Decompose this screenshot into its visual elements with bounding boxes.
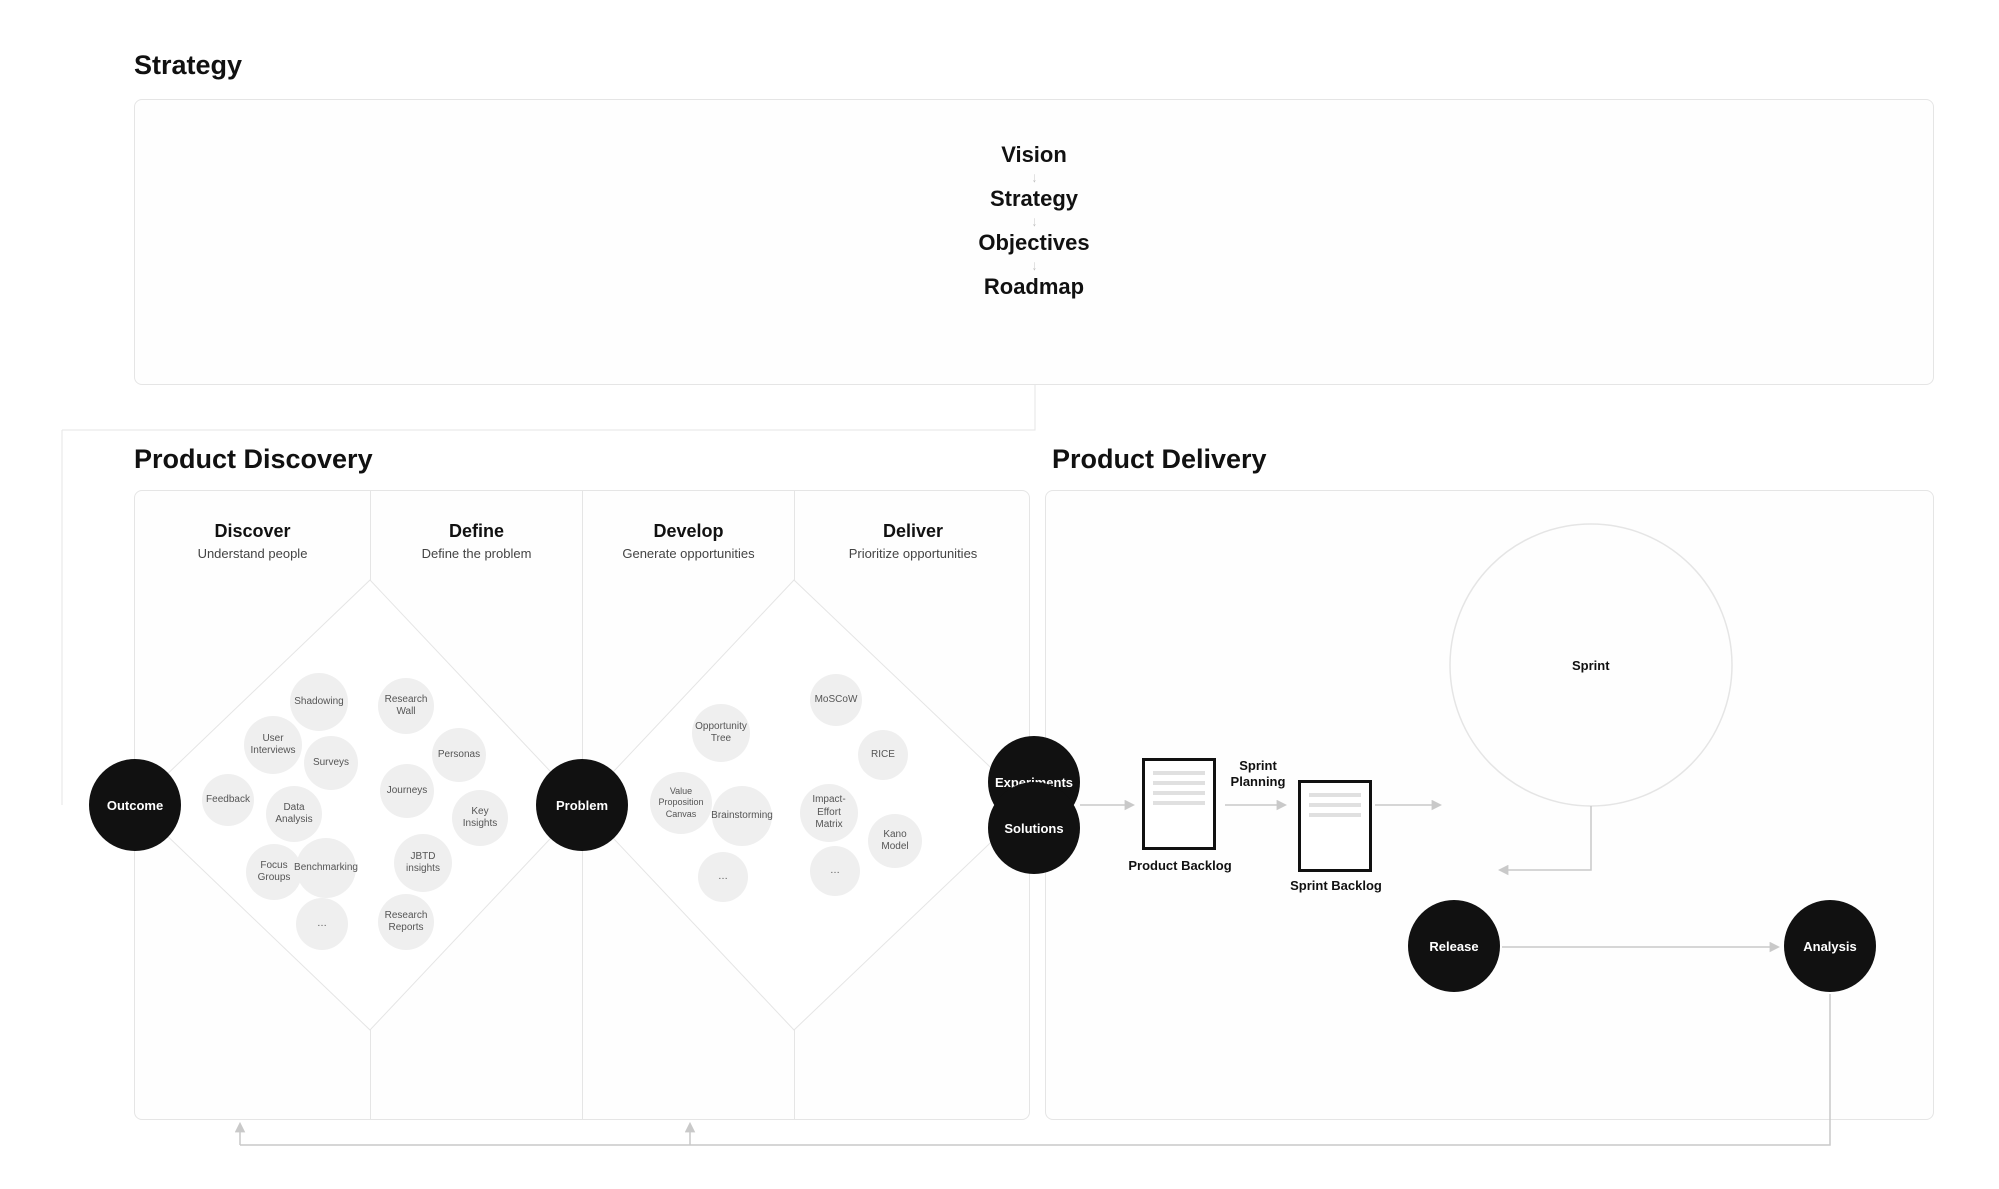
phase-title: Deliver xyxy=(883,521,943,542)
bubble-brainstorming: Brainstorming xyxy=(712,786,772,846)
phase-subtitle: Define the problem xyxy=(422,546,532,561)
arrow-down-icon: ↓ xyxy=(1032,214,1037,228)
strategy-item-objectives: Objectives xyxy=(978,230,1089,256)
bubble-opportunity-tree: Opportunity Tree xyxy=(692,704,750,762)
phase-subtitle: Generate opportunities xyxy=(622,546,754,561)
section-title-discovery: Product Discovery xyxy=(134,444,373,475)
bubble-discover-more: … xyxy=(296,898,348,950)
phase-title: Discover xyxy=(214,521,290,542)
section-title-strategy: Strategy xyxy=(134,50,242,81)
bubble-data-analysis: Data Analysis xyxy=(266,786,322,842)
bubble-jtbd-insights: JBTD insights xyxy=(394,834,452,892)
bubble-rice: RICE xyxy=(858,730,908,780)
product-backlog-box xyxy=(1142,758,1216,850)
bubble-key-insights: Key Insights xyxy=(452,790,508,846)
phase-title: Define xyxy=(449,521,504,542)
arrow-down-icon: ↓ xyxy=(1032,258,1037,272)
bubble-feedback: Feedback xyxy=(202,774,254,826)
bubble-value-prop-canvas: Value Proposition Canvas xyxy=(650,772,712,834)
product-backlog-label: Product Backlog xyxy=(1128,858,1232,873)
bubble-user-interviews: User Interviews xyxy=(244,716,302,774)
sprint-backlog-box xyxy=(1298,780,1372,872)
bubble-research-reports: Research Reports xyxy=(378,894,434,950)
strategy-chain: Vision ↓ Strategy ↓ Objectives ↓ Roadmap xyxy=(135,142,1933,300)
strategy-item-vision: Vision xyxy=(1001,142,1067,168)
node-solutions: Solutions xyxy=(988,782,1080,874)
node-problem: Problem xyxy=(536,759,628,851)
phase-subtitle: Understand people xyxy=(198,546,308,561)
bubble-research-wall: Research Wall xyxy=(378,678,434,734)
bubble-kano-model: Kano Model xyxy=(868,814,922,868)
strategy-item-strategy: Strategy xyxy=(990,186,1078,212)
sprint-planning-label: Sprint Planning xyxy=(1222,758,1294,789)
phase-subtitle: Prioritize opportunities xyxy=(849,546,978,561)
phase-title: Develop xyxy=(653,521,723,542)
bubble-deliver-more: … xyxy=(810,846,860,896)
node-outcome: Outcome xyxy=(89,759,181,851)
node-analysis: Analysis xyxy=(1784,900,1876,992)
bubble-develop-more: … xyxy=(698,852,748,902)
bubble-journeys: Journeys xyxy=(380,764,434,818)
sprint-backlog-label: Sprint Backlog xyxy=(1286,878,1386,893)
bubble-moscow: MoSCoW xyxy=(810,674,862,726)
bubble-personas: Personas xyxy=(432,728,486,782)
bubble-shadowing: Shadowing xyxy=(290,673,348,731)
bubble-surveys: Surveys xyxy=(304,736,358,790)
bubble-impact-effort: Impact-Effort Matrix xyxy=(800,784,858,842)
node-release: Release xyxy=(1408,900,1500,992)
section-title-delivery: Product Delivery xyxy=(1052,444,1267,475)
bubble-benchmarking: Benchmarking xyxy=(296,838,356,898)
strategy-panel: Vision ↓ Strategy ↓ Objectives ↓ Roadmap xyxy=(134,99,1934,385)
arrow-down-icon: ↓ xyxy=(1032,170,1037,184)
sprint-loop-label: Sprint xyxy=(1572,658,1610,673)
strategy-item-roadmap: Roadmap xyxy=(984,274,1084,300)
